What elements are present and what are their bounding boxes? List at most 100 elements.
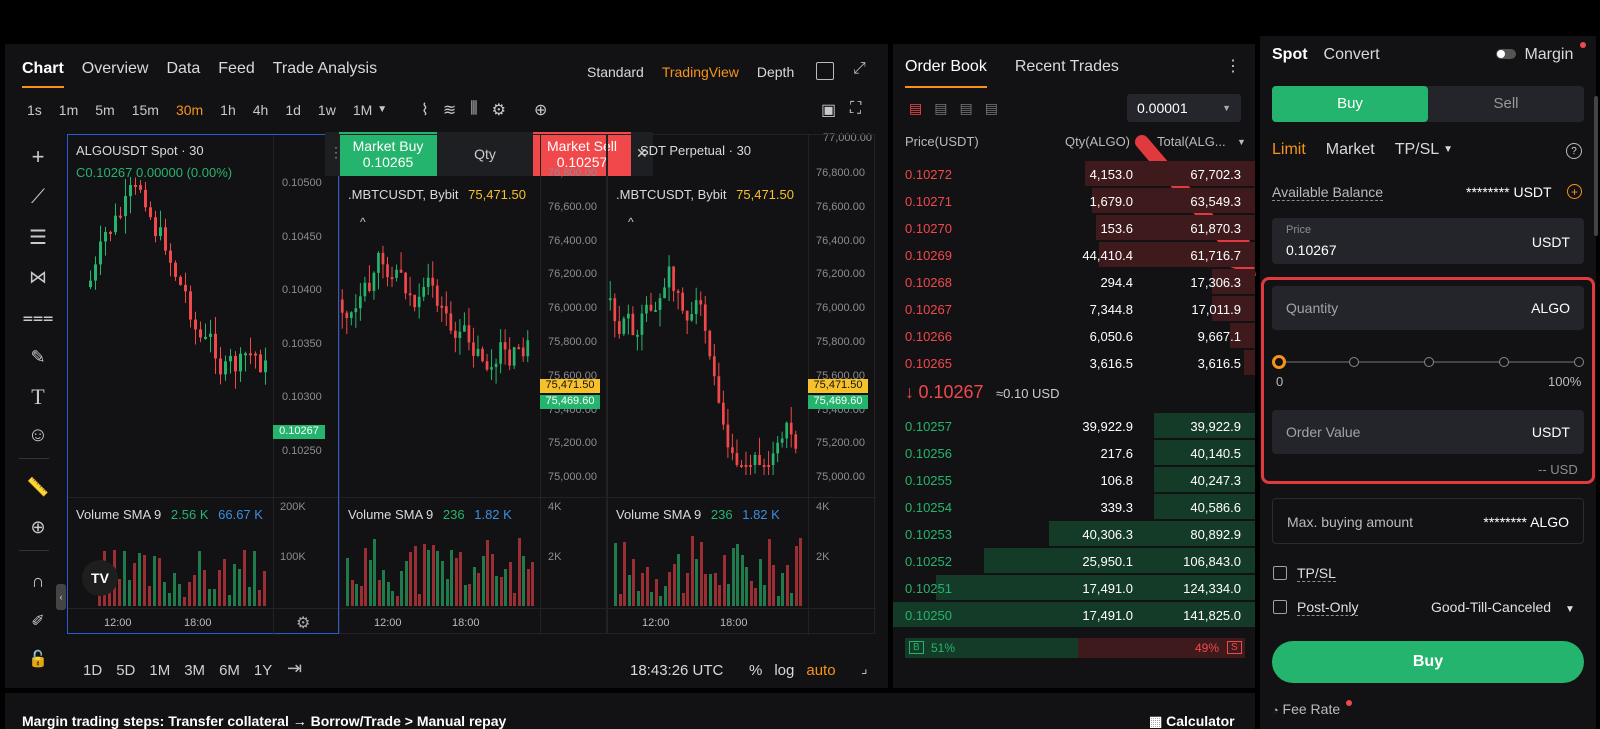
templates-icon[interactable]: ≋ (443, 100, 456, 120)
lock-drawing-icon[interactable]: ✐ (25, 608, 51, 634)
tab-spot[interactable]: Spot (1272, 46, 1308, 64)
chart-btc-index[interactable]: .MBTCUSDT, Bybit 75,471.50 76,800.00 76,6… (339, 134, 608, 635)
tab-data[interactable]: Data (166, 60, 200, 88)
sell-tab[interactable]: Sell (1428, 86, 1584, 122)
post-only-checkbox[interactable] (1273, 600, 1287, 614)
emoji-icon[interactable]: ☺ (25, 422, 51, 448)
orderbook-row[interactable]: 0.10270 153.6 61,870.3 (893, 214, 1255, 241)
slider-step[interactable] (1499, 357, 1509, 367)
prediction-icon[interactable]: ⩶ (23, 304, 54, 330)
slider-step[interactable] (1424, 357, 1434, 367)
margin-toggle[interactable]: Margin (1496, 46, 1573, 64)
interval-1h[interactable]: 1h (220, 102, 236, 118)
tab-chart[interactable]: Chart (22, 60, 64, 88)
toggle-switch[interactable] (1496, 49, 1516, 59)
chart1-candles[interactable] (88, 175, 268, 495)
view-depth[interactable]: Depth (757, 64, 794, 80)
fee-rate-label[interactable]: Fee Rate (1283, 701, 1341, 717)
fullscreen-icon[interactable]: ⛶ (850, 100, 861, 118)
range-1d[interactable]: 1D (83, 662, 102, 679)
price-input[interactable]: Price 0.10267 USDT (1272, 218, 1584, 264)
view-split-icon[interactable]: ▤ (985, 100, 998, 117)
range-5d[interactable]: 5D (116, 662, 135, 679)
orderbook-row[interactable]: 0.10267 7,344.8 17,011.9 (893, 295, 1255, 322)
ruler-icon[interactable]: 📏 (25, 474, 51, 500)
view-tradingview[interactable]: TradingView (662, 64, 739, 80)
chart-perpetual[interactable]: SDT Perpetual · 30 .MBTCUSDT, Bybit 75,4… (607, 134, 876, 635)
orderbook-row[interactable]: 0.10256 217.6 40,140.5 (893, 439, 1255, 466)
brush-icon[interactable]: ✎ (25, 344, 51, 370)
scale-log[interactable]: log (774, 662, 794, 679)
interval-15m[interactable]: 15m (132, 102, 159, 118)
trendline-icon[interactable]: ⟋ (25, 184, 51, 210)
crosshair-icon[interactable]: + (25, 144, 51, 170)
tpsl-checkbox[interactable] (1273, 566, 1287, 580)
interval-1w[interactable]: 1w (318, 102, 336, 118)
more-icon[interactable]: ⋮ (1225, 56, 1241, 76)
magnet-icon[interactable]: ∩ (25, 568, 51, 594)
tif-select[interactable]: Good-Till-Canceled ▼ (1431, 599, 1575, 615)
tab-convert[interactable]: Convert (1324, 46, 1380, 64)
range-6m[interactable]: 6M (219, 662, 240, 679)
lock-icon[interactable]: 🔓 (25, 646, 51, 672)
add-icon[interactable]: ⊕ (534, 100, 547, 120)
scale-percent[interactable]: % (749, 662, 762, 679)
orderbook-row[interactable]: 0.10250 17,491.0 141,825.0 (893, 601, 1255, 628)
chart-settings-icon[interactable]: ⚙ (296, 613, 310, 633)
chart3-candles[interactable] (608, 205, 798, 475)
slider-knob[interactable] (1272, 355, 1286, 369)
orderbook-row[interactable]: 0.10251 17,491.0 124,334.0 (893, 574, 1255, 601)
order-type-market[interactable]: Market (1326, 141, 1375, 159)
candle-type-icon[interactable]: ⫼ (470, 100, 477, 120)
chart-algousdt[interactable]: ALGOUSDT Spot · 30 C0.10267 0.00000 (0.0… (67, 134, 339, 635)
fib-lines-icon[interactable]: ☰ (25, 224, 51, 250)
tab-trade-analysis[interactable]: Trade Analysis (273, 60, 377, 88)
orderbook-row[interactable]: 0.10271 1,679.0 63,549.3 (893, 187, 1255, 214)
range-1y[interactable]: 1Y (254, 662, 272, 679)
orderbook-row[interactable]: 0.10257 39,922.9 39,922.9 (893, 412, 1255, 439)
tab-feed[interactable]: Feed (218, 60, 254, 88)
scrollbar[interactable] (1594, 96, 1598, 236)
indicator-icon[interactable]: ⌇ (421, 100, 429, 120)
view-standard[interactable]: Standard (587, 64, 644, 80)
calculator-icon[interactable]: ▦ (1149, 713, 1162, 729)
interval-30m[interactable]: 30m (176, 102, 203, 118)
chart2-candles[interactable] (340, 205, 530, 475)
orderbook-row[interactable]: 0.10253 40,306.3 80,892.9 (893, 520, 1255, 547)
chevron-down-icon[interactable]: ▼ (1443, 144, 1453, 159)
order-type-tpsl[interactable]: TP/SL (1395, 141, 1439, 159)
camera-icon[interactable]: ▣ (821, 100, 836, 120)
text-icon[interactable]: T (25, 384, 51, 410)
collapse-toolbar-icon[interactable]: ‹ (56, 584, 66, 610)
quantity-slider[interactable] (1272, 354, 1584, 370)
orderbook-row[interactable]: 0.10254 339.3 40,586.6 (893, 493, 1255, 520)
order-type-limit[interactable]: Limit (1272, 141, 1306, 159)
chevron-up-icon[interactable]: ^ (360, 215, 366, 229)
zoom-in-icon[interactable]: ⊕ (25, 514, 51, 540)
interval-1M[interactable]: 1M (353, 102, 372, 118)
orderbook-row[interactable]: 0.10269 44,410.4 61,716.7 (893, 241, 1255, 268)
interval-1s[interactable]: 1s (27, 102, 42, 118)
slider-step[interactable] (1349, 357, 1359, 367)
resize-icon[interactable]: ⌟ (861, 660, 868, 677)
view-asks-icon[interactable]: ▤ (959, 100, 972, 117)
precision-select[interactable]: 0.00001 ▼ (1127, 94, 1241, 122)
calculator-link[interactable]: Calculator (1166, 713, 1234, 729)
interval-4h[interactable]: 4h (253, 102, 269, 118)
orderbook-row[interactable]: 0.10255 106.8 40,247.3 (893, 466, 1255, 493)
orderbook-row[interactable]: 0.10266 6,050.6 9,667.1 (893, 322, 1255, 349)
chevron-up-icon[interactable]: ^ (628, 215, 634, 229)
tab-overview[interactable]: Overview (82, 60, 149, 88)
date-range-icon[interactable]: ⇥ (287, 658, 302, 679)
view-bids-icon[interactable]: ▤ (934, 100, 947, 117)
add-funds-icon[interactable]: + (1567, 184, 1582, 199)
buy-button[interactable]: Buy (1272, 641, 1584, 683)
orderbook-row[interactable]: 0.10252 25,950.1 106,843.0 (893, 547, 1255, 574)
orderbook-row[interactable]: 0.10265 3,616.5 3,616.5 (893, 349, 1255, 376)
slider-step[interactable] (1574, 357, 1584, 367)
pattern-icon[interactable]: ⋈ (25, 264, 51, 290)
buy-tab[interactable]: Buy (1272, 86, 1428, 122)
tab-order-book[interactable]: Order Book (905, 58, 987, 88)
expand-icon[interactable]: ⤢ (853, 60, 866, 78)
interval-1m[interactable]: 1m (59, 102, 78, 118)
